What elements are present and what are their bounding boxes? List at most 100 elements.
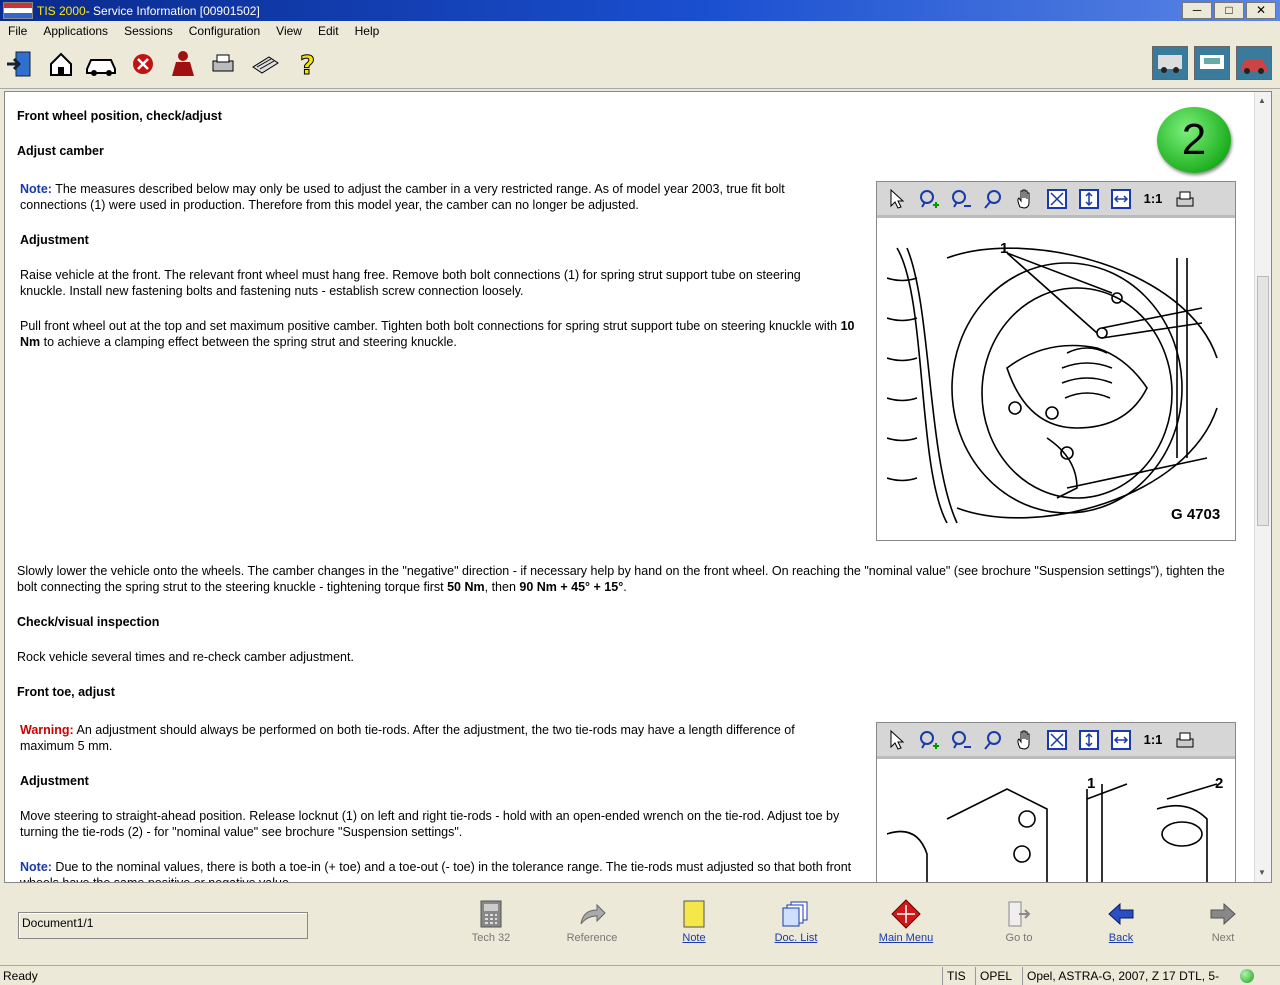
menu-edit[interactable]: Edit	[310, 24, 347, 38]
document-view[interactable]: 2 Front wheel position, check/adjust Adj…	[4, 91, 1272, 883]
doc-list-label: Doc. List	[774, 932, 818, 944]
fit-height-icon[interactable]	[1075, 726, 1103, 754]
pointer-icon[interactable]	[883, 185, 911, 213]
zoom-out-icon[interactable]	[947, 726, 975, 754]
paragraph-rock: Rock vehicle several times and re-check …	[17, 650, 354, 664]
notebook-icon[interactable]	[248, 48, 282, 80]
reference-icon	[552, 898, 632, 930]
reference-label: Reference	[566, 932, 618, 944]
menu-view[interactable]: View	[268, 24, 310, 38]
viewer-print-icon[interactable]	[1171, 726, 1199, 754]
viewer-print-icon[interactable]	[1171, 185, 1199, 213]
help-icon[interactable]: ?	[290, 48, 324, 80]
warning-label: Warning:	[20, 723, 74, 737]
viewer-toolbar: 1:1	[877, 182, 1235, 218]
next-button[interactable]: Next	[1183, 898, 1263, 944]
paragraph-raise: Raise vehicle at the front. The relevant…	[20, 268, 801, 298]
paragraph-lower: Slowly lower the vehicle onto the wheels…	[17, 563, 1227, 595]
note-toe: Note: Due to the nominal values, there i…	[20, 859, 875, 883]
back-button[interactable]: Back	[1081, 898, 1161, 944]
main-menu-button[interactable]: Main Menu	[866, 898, 946, 944]
zoom-in-icon[interactable]	[915, 185, 943, 213]
reference-button[interactable]: Reference	[552, 898, 632, 944]
status-tis: TIS	[942, 967, 974, 985]
note-label: Note:	[20, 182, 52, 196]
status-bar: Ready TIS OPEL Opel, ASTRA-G, 2007, Z 17…	[0, 965, 1280, 985]
print-icon[interactable]	[206, 48, 240, 80]
menu-file[interactable]: File	[0, 24, 35, 38]
menu-sessions[interactable]: Sessions	[116, 24, 181, 38]
torque-value: 50 Nm	[447, 580, 485, 594]
menu-configuration[interactable]: Configuration	[181, 24, 268, 38]
main-menu-label: Main Menu	[878, 932, 934, 944]
goto-button[interactable]: Go to	[979, 898, 1059, 944]
note-label: Note	[682, 932, 706, 944]
heading-adjustment: Adjustment	[20, 233, 89, 247]
doc-list-button[interactable]: Doc. List	[756, 898, 836, 944]
fit-page-icon[interactable]	[1043, 726, 1071, 754]
figure-camber: 1 G 4703	[886, 238, 1227, 528]
status-text: Ready	[3, 969, 38, 983]
scroll-thumb[interactable]	[1257, 276, 1269, 526]
figure-code: G 4703	[1171, 506, 1221, 523]
vehicle-icon[interactable]	[84, 48, 118, 80]
menu-applications[interactable]: Applications	[35, 24, 116, 38]
minimize-button[interactable]: ─	[1182, 2, 1212, 19]
warning-text: An adjustment should always be performed…	[20, 723, 795, 753]
toolbar: ?	[0, 40, 1280, 89]
workshop-icon[interactable]	[1152, 46, 1188, 80]
home-icon[interactable]	[44, 48, 78, 80]
pan-hand-icon[interactable]	[1011, 726, 1039, 754]
car-info-icon[interactable]	[1236, 46, 1272, 80]
fit-height-icon[interactable]	[1075, 185, 1103, 213]
scroll-up-icon[interactable]: ▲	[1258, 96, 1266, 105]
user-icon[interactable]	[166, 48, 200, 80]
maximize-button[interactable]: □	[1214, 2, 1244, 19]
heading-adjust-camber: Adjust camber	[17, 144, 104, 158]
step-badge: 2	[1157, 107, 1231, 173]
window-title-app: TIS 2000	[37, 3, 86, 18]
note-text: The measures described below may only be…	[20, 182, 785, 212]
viewer-toolbar: 1:1	[877, 723, 1235, 759]
note-icon	[654, 898, 734, 930]
fit-width-icon[interactable]	[1107, 726, 1135, 754]
heading-front-toe: Front toe, adjust	[17, 685, 115, 699]
zoom-out-icon[interactable]	[947, 185, 975, 213]
image-viewer-1: 1:1 1 G 4703	[876, 181, 1236, 541]
fit-page-icon[interactable]	[1043, 185, 1071, 213]
app-logo-icon	[3, 2, 33, 19]
menu-help[interactable]: Help	[347, 24, 388, 38]
note-label: Note:	[20, 860, 52, 874]
text-span: .	[623, 580, 627, 594]
status-vehicle: Opel, ASTRA-G, 2007, Z 17 DTL, 5-MT	[1022, 967, 1236, 985]
zoom-in-icon[interactable]	[915, 726, 943, 754]
goto-icon	[979, 898, 1059, 930]
next-label: Next	[1211, 932, 1235, 944]
note-button[interactable]: Note	[654, 898, 734, 944]
heading-check: Check/visual inspection	[17, 615, 160, 629]
note-text: Due to the nominal values, there is both…	[20, 860, 852, 883]
figure-callout-1: 1	[1000, 240, 1009, 257]
actual-size-button[interactable]: 1:1	[1139, 191, 1167, 206]
stop-icon[interactable]	[126, 48, 160, 80]
actual-size-button[interactable]: 1:1	[1139, 732, 1167, 747]
diagnostics-icon[interactable]	[1194, 46, 1230, 80]
status-make: OPEL	[975, 967, 1021, 985]
title-bar: TIS 2000 - Service Information [00901502…	[0, 0, 1280, 21]
paragraph-move: Move steering to straight-ahead position…	[20, 809, 840, 839]
zoom-icon[interactable]	[979, 726, 1007, 754]
tech32-button[interactable]: Tech 32	[451, 898, 531, 944]
exit-icon[interactable]	[2, 48, 36, 80]
figure-callout-2: 2	[1215, 775, 1224, 792]
zoom-icon[interactable]	[979, 185, 1007, 213]
pointer-icon[interactable]	[883, 726, 911, 754]
close-button[interactable]: ✕	[1246, 2, 1276, 19]
back-arrow-icon	[1081, 898, 1161, 930]
fit-width-icon[interactable]	[1107, 185, 1135, 213]
vertical-scrollbar[interactable]: ▲ ▼	[1254, 92, 1271, 882]
pan-hand-icon[interactable]	[1011, 185, 1039, 213]
heading-adjustment-2: Adjustment	[20, 774, 89, 788]
text-span: Pull front wheel out at the top and set …	[20, 319, 841, 333]
scroll-down-icon[interactable]: ▼	[1258, 868, 1266, 877]
svg-text:?: ?	[300, 51, 315, 79]
